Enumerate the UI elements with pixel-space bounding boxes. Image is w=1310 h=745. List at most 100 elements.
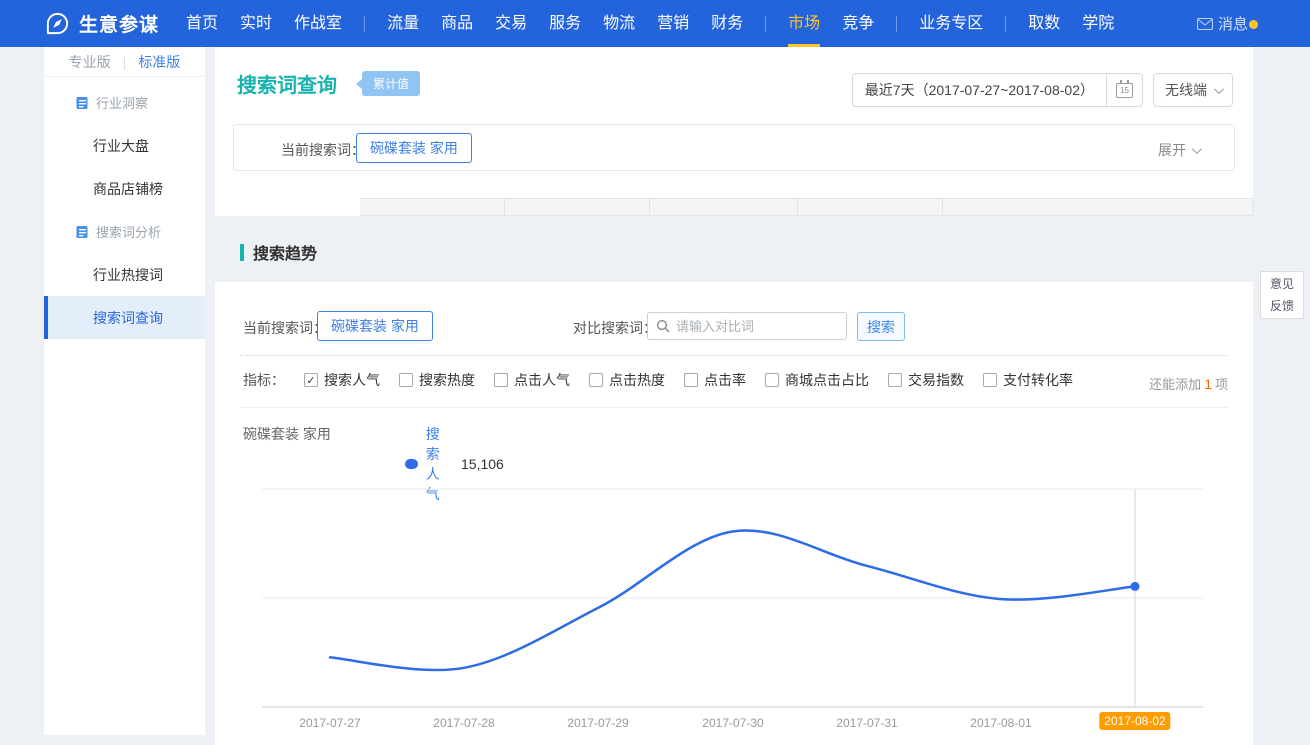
- checkbox-unchecked[interactable]: [684, 373, 698, 387]
- expand-toggle[interactable]: 展开: [1158, 140, 1199, 160]
- x-tick: 2017-07-29: [567, 716, 628, 730]
- brand-name: 生意参谋: [79, 10, 159, 37]
- search-button[interactable]: 搜索: [857, 312, 905, 341]
- current-term-tag[interactable]: 碗碟套装 家用: [317, 311, 433, 341]
- notification-dot: [1249, 20, 1258, 29]
- nav-warroom[interactable]: 作战室: [294, 0, 342, 47]
- search-trend-card: 当前搜索词： 碗碟套装 家用 对比搜索词： 搜索 指标： ✓ 搜索人气 搜索热度…: [215, 282, 1253, 745]
- section-title: 搜索趋势: [253, 240, 317, 264]
- checkbox-unchecked[interactable]: [765, 373, 779, 387]
- compare-term-input[interactable]: [676, 319, 838, 334]
- sidebar-version-tabs: 专业版 | 标准版: [44, 47, 205, 77]
- anchor-tab[interactable]: [943, 198, 1253, 216]
- nav-divider: [1005, 16, 1006, 32]
- checkbox-unchecked[interactable]: [589, 373, 603, 387]
- current-term-panel: 当前搜索词： 碗碟套装 家用 展开: [233, 124, 1235, 171]
- section-label: 行业洞察: [96, 93, 148, 112]
- search-icon: [656, 319, 670, 333]
- nav-realtime[interactable]: 实时: [240, 0, 272, 47]
- report-icon: [75, 225, 89, 239]
- nav-data-fetch[interactable]: 取数: [1028, 0, 1060, 47]
- tab-standard-version[interactable]: 标准版: [138, 52, 180, 72]
- feedback-button[interactable]: 意见 反馈: [1260, 271, 1304, 319]
- metric-search-heat[interactable]: 搜索热度: [399, 370, 475, 390]
- metric-label: 搜索人气: [324, 370, 380, 390]
- date-range-picker[interactable]: 最近7天（2017-07-27~2017-08-02） 15: [852, 73, 1143, 107]
- page-title: 搜索词查询: [237, 69, 337, 98]
- nav-divider: [364, 16, 365, 32]
- cumulative-value-badge: 累计值: [362, 71, 420, 96]
- x-tick: 2017-07-27: [299, 716, 360, 730]
- messages-button[interactable]: 消息: [1197, 13, 1248, 34]
- sidebar-section-industry-insight: 行业洞察: [44, 81, 205, 124]
- top-nav: 生意参谋 首页 实时 作战室 流量 商品 交易 服务 物流 营销 财务 市场 竞…: [0, 0, 1310, 47]
- section-label: 搜索词分析: [96, 222, 161, 241]
- device-dropdown[interactable]: 无线端: [1153, 73, 1233, 107]
- sidebar-item-hot-search-words[interactable]: 行业热搜词: [44, 253, 205, 296]
- nav-market-active[interactable]: 市场: [788, 0, 820, 47]
- anchor-tab[interactable]: [215, 198, 360, 216]
- metrics-row: 指标： ✓ 搜索人气 搜索热度 点击人气 点击热度 点击率 商城点击占比 交易指…: [243, 370, 1073, 390]
- checkbox-unchecked[interactable]: [888, 373, 902, 387]
- anchor-tab-strip: [215, 198, 1253, 216]
- metric-pay-conversion[interactable]: 支付转化率: [983, 370, 1073, 390]
- anchor-tab[interactable]: [360, 198, 505, 216]
- nav-business-zone[interactable]: 业务专区: [919, 0, 983, 47]
- nav-marketing[interactable]: 营销: [657, 0, 689, 47]
- search-trend-header: 搜索趋势: [240, 240, 317, 264]
- sidebar-item-product-shop-rank[interactable]: 商品店铺榜: [44, 167, 205, 210]
- x-tick: 2017-08-01: [970, 716, 1031, 730]
- metric-mall-click-share[interactable]: 商城点击占比: [765, 370, 869, 390]
- nav-academy[interactable]: 学院: [1082, 0, 1114, 47]
- anchor-tab[interactable]: [505, 198, 650, 216]
- metric-search-popularity[interactable]: ✓ 搜索人气: [304, 370, 380, 390]
- metric-label: 点击率: [704, 370, 746, 390]
- current-term-tag[interactable]: 碗碟套装 家用: [356, 133, 472, 163]
- nav-competition[interactable]: 竞争: [842, 0, 874, 47]
- sidebar-item-industry-market[interactable]: 行业大盘: [44, 124, 205, 167]
- checkbox-unchecked[interactable]: [983, 373, 997, 387]
- legend-term: 碗碟套装 家用: [243, 426, 331, 442]
- current-term-label: 当前搜索词：: [243, 318, 327, 338]
- device-value: 无线端: [1165, 80, 1207, 100]
- section-accent-bar: [240, 244, 244, 261]
- nav-service[interactable]: 服务: [549, 0, 581, 47]
- checkbox-unchecked[interactable]: [399, 373, 413, 387]
- date-range-text: 最近7天（2017-07-27~2017-08-02）: [853, 80, 1106, 100]
- metric-click-rate[interactable]: 点击率: [684, 370, 746, 390]
- sidebar-menu: 行业洞察 行业大盘 商品店铺榜 搜索词分析 行业热搜词 搜索词查询: [44, 77, 205, 339]
- metric-click-heat[interactable]: 点击热度: [589, 370, 665, 390]
- metric-label: 商城点击占比: [785, 370, 869, 390]
- brand-logo[interactable]: 生意参谋: [45, 10, 159, 37]
- trend-line: [330, 530, 1135, 670]
- metrics-label: 指标：: [243, 370, 285, 390]
- trend-chart-svg: [240, 470, 1228, 720]
- metric-click-popularity[interactable]: 点击人气: [494, 370, 570, 390]
- chevron-down-icon: [1192, 144, 1202, 154]
- calendar-button[interactable]: 15: [1106, 73, 1142, 107]
- nav-goods[interactable]: 商品: [441, 0, 473, 47]
- x-tick: 2017-07-28: [433, 716, 494, 730]
- dotted-divider: [240, 355, 1228, 356]
- checkbox-checked[interactable]: ✓: [304, 373, 318, 387]
- nav-home[interactable]: 首页: [186, 0, 218, 47]
- nav-logistics[interactable]: 物流: [603, 0, 635, 47]
- metric-trade-index[interactable]: 交易指数: [888, 370, 964, 390]
- anchor-tab[interactable]: [650, 198, 798, 216]
- nav-finance[interactable]: 财务: [711, 0, 743, 47]
- checkbox-unchecked[interactable]: [494, 373, 508, 387]
- legend-row: 碗碟套装 家用 搜索人气 15,106: [243, 424, 331, 444]
- nav-trade[interactable]: 交易: [495, 0, 527, 47]
- x-axis-labels: 2017-07-27 2017-07-28 2017-07-29 2017-07…: [240, 712, 1228, 734]
- sidebar-item-search-word-query[interactable]: 搜索词查询: [44, 296, 205, 339]
- feedback-label-line1: 意见: [1261, 274, 1303, 296]
- nav-traffic[interactable]: 流量: [387, 0, 419, 47]
- metric-label: 交易指数: [908, 370, 964, 390]
- envelope-icon: [1197, 18, 1213, 30]
- feedback-label-line2: 反馈: [1261, 296, 1303, 318]
- trend-chart[interactable]: [240, 470, 1228, 720]
- anchor-tab[interactable]: [798, 198, 943, 216]
- x-tick-highlighted: 2017-08-02: [1099, 712, 1170, 730]
- tab-pro-version[interactable]: 专业版: [69, 52, 111, 72]
- metric-label: 点击人气: [514, 370, 570, 390]
